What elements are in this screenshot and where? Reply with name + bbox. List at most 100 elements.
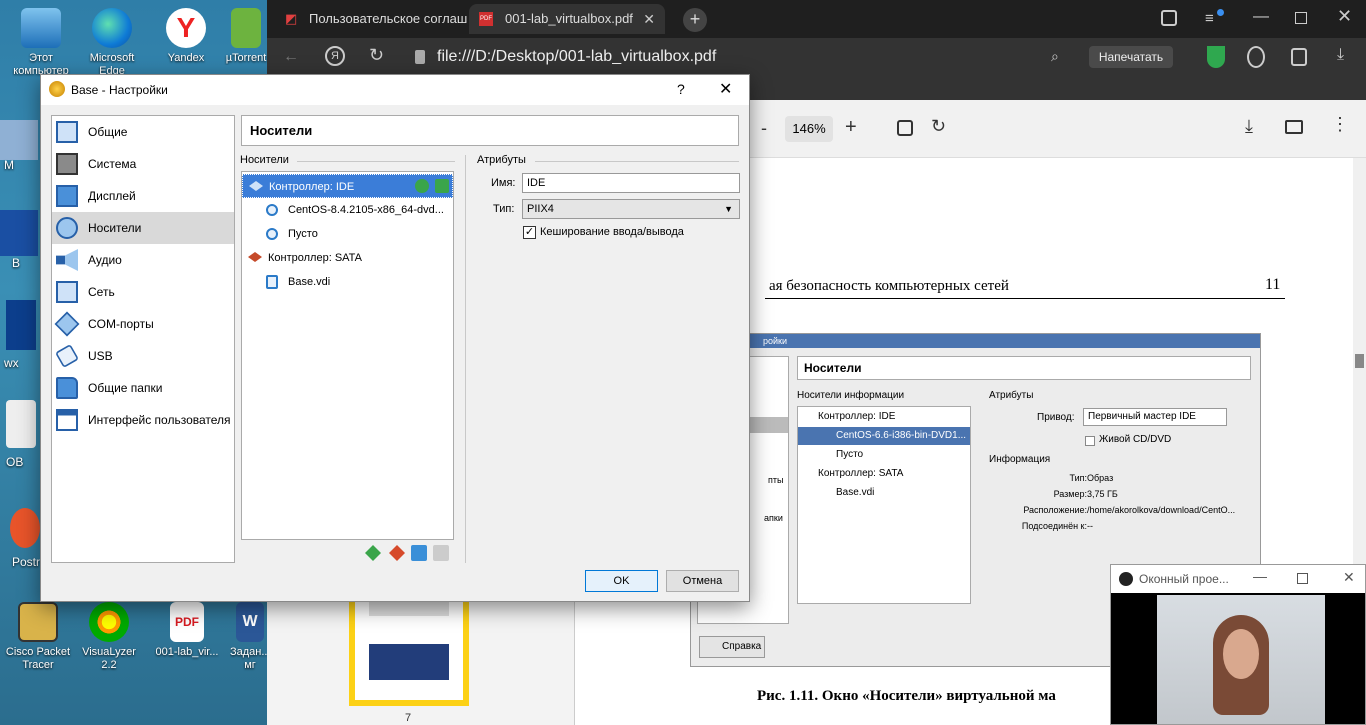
zoom-search-icon[interactable]: ⌕ [1051,48,1059,65]
nav-general[interactable]: Общие [52,116,234,148]
optical-disk-icon [266,228,278,240]
partial-icon-3[interactable] [6,300,36,350]
desktop-icon-cisco[interactable]: Cisco Packet Tracer [2,602,74,672]
tab-pdf[interactable]: PDF 001-lab_virtualbox.pdf ✕ [469,4,665,34]
nav-network[interactable]: Сеть [52,276,234,308]
zoom-out-icon[interactable]: - [761,118,767,139]
nav-user-interface[interactable]: Интерфейс пользователя [52,404,234,436]
side-label-ob: OB [6,455,24,469]
back-icon[interactable]: ← [283,48,299,66]
maximize-icon[interactable] [1295,12,1307,24]
zoom-level[interactable]: 146% [785,116,833,142]
side-label-postr: Postr [12,555,41,569]
print-button[interactable]: Напечатать [1089,46,1173,68]
add-optical-drive-icon[interactable] [415,179,429,193]
fit-page-icon[interactable] [897,120,913,136]
yandex-home-icon[interactable]: Я [325,46,345,66]
utorrent-icon [231,8,261,48]
type-select[interactable]: PIIX4 ▼ [522,199,740,219]
nav-display[interactable]: Дисплей [52,180,234,212]
desktop-icon-computer[interactable]: Этот компьютер [8,8,74,78]
maximize-icon[interactable] [1297,573,1308,584]
tab-bar: ◩ Пользовательское соглаш PDF 001-lab_vi… [267,0,1366,38]
desktop-icon-utorrent[interactable]: µTorrent [224,8,268,65]
download-icon[interactable]: ⤓ [1337,46,1344,64]
thumb-page-number: 7 [405,712,412,724]
remove-attachment-icon[interactable] [433,545,449,561]
embedded-nav-partial-2: апки [764,513,783,523]
alice-icon[interactable] [1247,46,1265,68]
protect-shield-icon[interactable] [1207,46,1225,68]
partial-icon-2[interactable] [0,210,38,256]
nav-label: Система [88,157,137,171]
dialog-titlebar: Base - Настройки ? ✕ [41,75,749,105]
nav-shared-folders[interactable]: Общие папки [52,372,234,404]
desktop-icon-yandex[interactable]: Y Yandex [153,8,219,65]
info-key: Размер: [1053,489,1087,499]
embedded-tree-vdi: Base.vdi [836,487,875,498]
nav-storage[interactable]: Носители [52,212,234,244]
side-label-wx: wx [4,356,19,370]
tree-controller-ide[interactable]: Контроллер: IDE [242,174,453,198]
hard-disk-icon [266,275,278,289]
mail-icon: ◩ [285,11,298,26]
help-button[interactable]: ? [677,81,685,97]
partial-icon-1[interactable] [0,120,38,160]
scroll-thumb[interactable] [1355,354,1364,368]
rotate-icon[interactable]: ↻ [931,116,946,137]
add-hard-disk-icon[interactable] [435,179,449,193]
embedded-left-group: Носители информации [797,390,905,401]
tree-hard-disk-vdi[interactable]: Base.vdi [242,270,453,294]
webcam-titlebar: Оконный прое... — ✕ [1111,565,1365,593]
menu-icon[interactable]: ≡ [1205,10,1214,27]
desktop-icon-visualyzer[interactable]: VisuaLyzer 2.2 [78,602,140,672]
collections-icon[interactable] [1161,10,1177,26]
reload-icon[interactable]: ↻ [369,45,384,66]
zoom-in-icon[interactable]: + [845,116,857,139]
tree-label: Контроллер: SATA [268,252,362,264]
desktop-icon-pdf[interactable]: PDF 001-lab_vir... [152,602,222,659]
cancel-button[interactable]: Отмена [666,570,739,592]
nav-system[interactable]: Система [52,148,234,180]
nav-usb[interactable]: USB [52,340,234,372]
ok-button[interactable]: OK [585,570,658,592]
close-dialog-button[interactable]: ✕ [719,79,732,99]
cache-checkbox[interactable]: ✓ [523,226,536,239]
minimize-icon[interactable]: — [1253,568,1267,584]
url-text[interactable]: file:///D:/Desktop/001-lab_virtualbox.pd… [437,48,716,66]
new-tab-button[interactable]: + [683,8,707,32]
desktop-icon-edge[interactable]: Microsoft Edge [79,8,145,78]
tab-agreement[interactable]: ◩ Пользовательское соглаш [273,4,467,34]
partial-icon-5[interactable] [10,508,40,548]
embedded-info-keys: Тип: Размер: Расположение: Подсоединён к… [1001,470,1087,534]
add-attachment-icon[interactable] [411,545,427,561]
thumb-centos [369,644,449,680]
system-icon [56,153,78,175]
tab-title: 001-lab_virtualbox.pdf [505,11,633,26]
close-tab-icon[interactable]: ✕ [643,4,655,34]
more-options-icon[interactable]: ⋮ [1331,114,1349,135]
print-icon[interactable] [1285,120,1303,134]
add-controller-icon[interactable] [365,545,381,561]
tree-optical-centos[interactable]: CentOS-8.4.2105-x86_64-dvd... [242,198,453,222]
nav-label: Сеть [88,285,115,299]
name-label: Имя: [491,177,516,189]
save-pdf-icon[interactable]: ⤓ [1245,116,1253,137]
name-field[interactable]: IDE [522,173,740,193]
remove-controller-icon[interactable] [389,545,405,561]
embedded-tree: Контроллер: IDE CentOS-6.6-i386-bin-DVD1… [797,406,971,604]
desktop-icon-label: µTorrent [225,52,267,64]
extensions-icon[interactable] [1291,48,1307,66]
minimize-icon[interactable]: — [1253,8,1269,26]
nav-serial-ports[interactable]: COM-порты [52,308,234,340]
close-icon[interactable]: ✕ [1343,569,1355,586]
section-header: Носители [241,115,739,146]
desktop-icon-word[interactable]: W Задан... мг [230,602,270,672]
partial-icon-4[interactable] [6,400,36,448]
tree-optical-empty[interactable]: Пусто [242,222,453,246]
info-value: /home/akorolkova/download/CentO... [1087,505,1236,515]
close-window-icon[interactable]: ✕ [1337,6,1352,27]
embedded-info-values: Образ 3,75 ГБ /home/akorolkova/download/… [1087,470,1257,534]
tree-controller-sata[interactable]: Контроллер: SATA [242,246,453,270]
nav-audio[interactable]: Аудио [52,244,234,276]
